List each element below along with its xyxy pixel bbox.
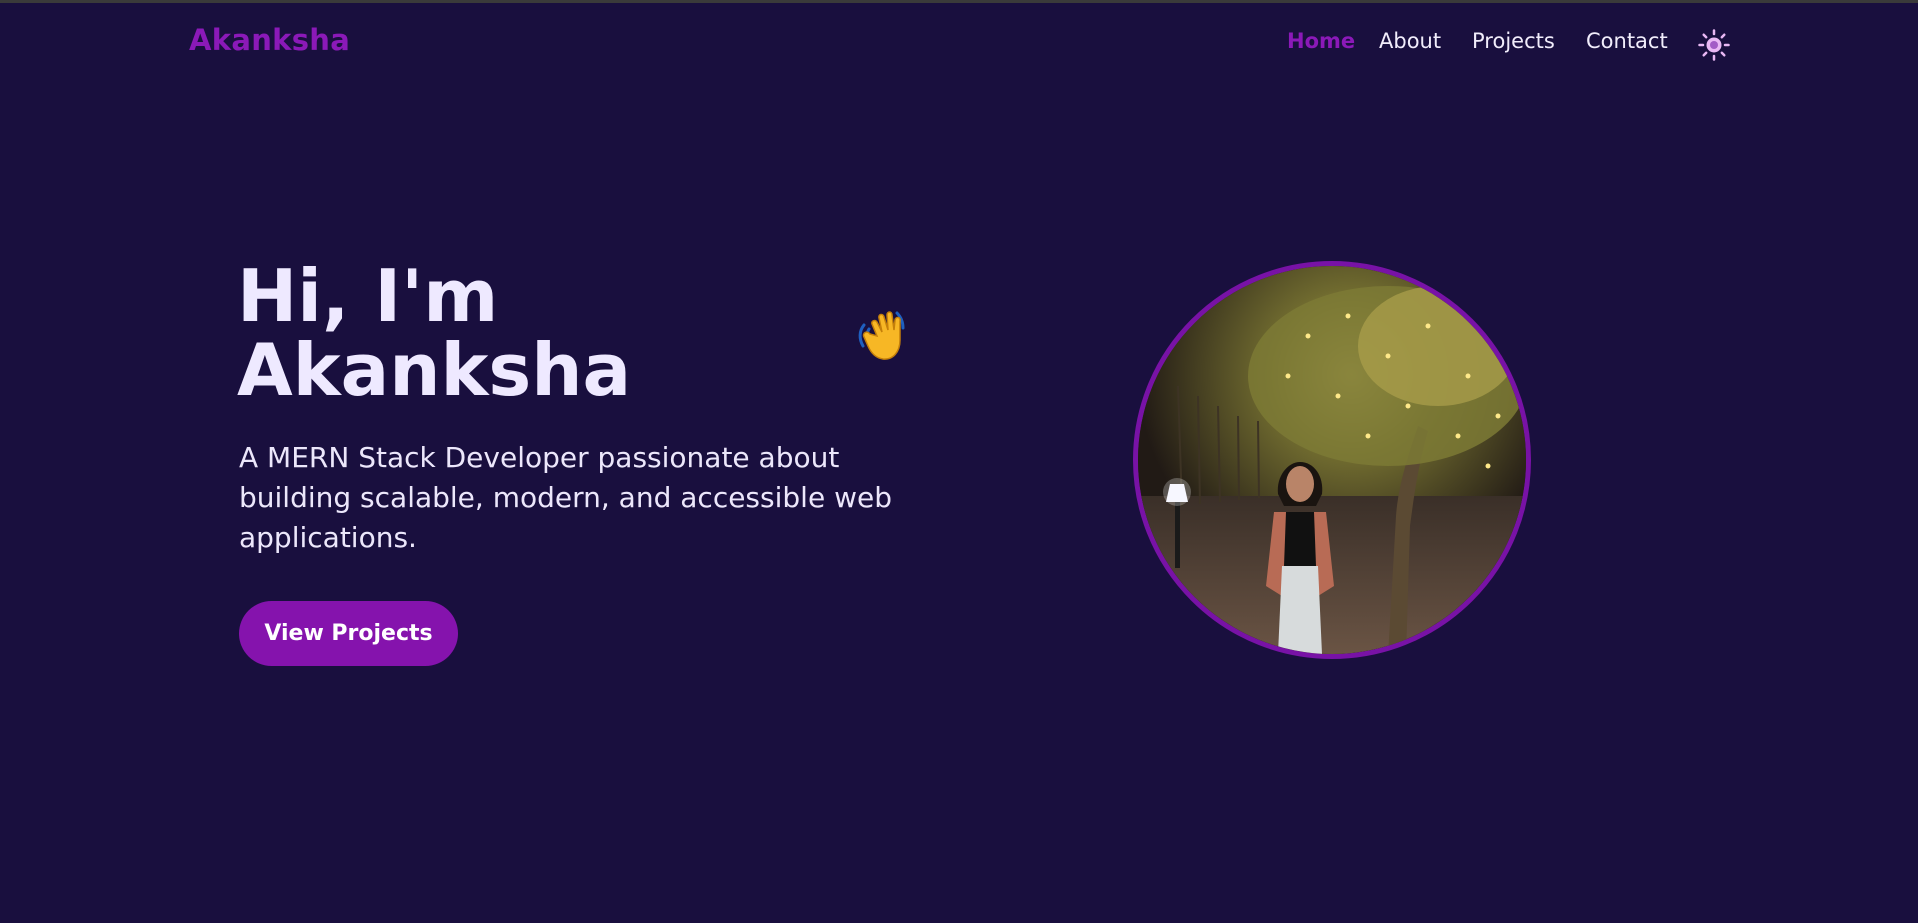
navbar: Akanksha Home About Projects Contact [0,3,1918,81]
brand-logo[interactable]: Akanksha [189,23,350,57]
sun-icon [1698,29,1730,61]
profile-photo [1133,261,1531,659]
hero-title-name: Akanksha [237,328,632,412]
theme-toggle-button[interactable] [1697,28,1731,62]
nav-home[interactable]: Home [1287,29,1355,53]
waving-hand-icon [858,311,905,360]
nav-contact[interactable]: Contact [1586,29,1668,53]
hero-title-greeting: Hi, I'm [237,254,499,338]
view-projects-button[interactable]: View Projects [239,601,458,666]
hero-subtitle: A MERN Stack Developer passionate about … [239,441,892,554]
nav-about[interactable]: About [1379,29,1441,53]
hero-title: Hi, I'm Akanksha [237,259,937,407]
hero-section: Hi, I'm Akanksha A MERN Stack Developer … [0,81,1918,923]
nav-projects[interactable]: Projects [1472,29,1555,53]
